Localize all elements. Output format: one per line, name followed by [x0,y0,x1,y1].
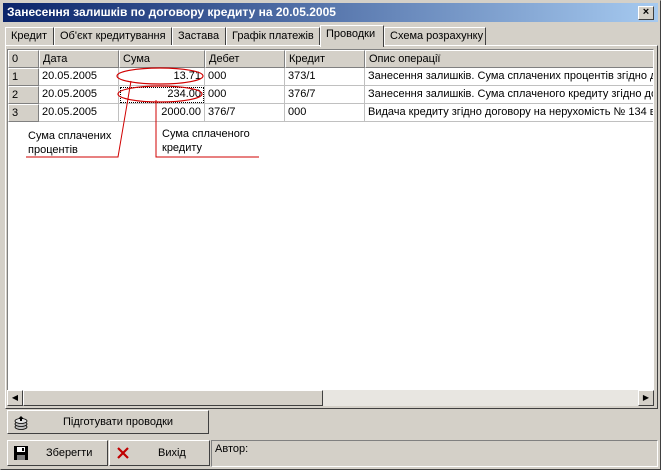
tab-credit-object[interactable]: Об'єкт кредитування [54,27,172,46]
table-row-index[interactable]: 3 [8,104,39,122]
col-header-debit[interactable]: Дебет [205,50,285,68]
postings-grid[interactable]: 0 Дата Сума Дебет Кредит Опис операції 1… [7,49,654,406]
window-title: Занесення залишків по договору кредиту н… [7,5,336,19]
col-header-credit[interactable]: Кредит [285,50,365,68]
col-header-sum[interactable]: Сума [119,50,205,68]
table-cell-sum[interactable]: 2000.00 [119,104,205,122]
table-cell-credit[interactable]: 000 [285,104,365,122]
table-cell-sum-focused[interactable]: 234.00 [119,86,205,104]
tab-postings[interactable]: Проводки [320,25,384,47]
close-icon: × [642,6,650,18]
save-button[interactable]: Зберегти [7,440,108,466]
annotation-paid-interest: Сума сплачених процентів [28,130,112,156]
table-row-index[interactable]: 2 [8,86,39,104]
table-row-index[interactable]: 1 [8,68,39,86]
exit-label: Вихід [158,447,186,459]
coins-stack-icon [14,416,28,430]
tab-payment-schedule[interactable]: Графік платежів [226,27,320,46]
tab-collateral[interactable]: Застава [172,27,226,46]
save-label: Зберегти [46,447,93,459]
close-button[interactable]: × [638,6,654,20]
author-field: Автор: [211,440,658,467]
table-cell-credit[interactable]: 376/7 [285,86,365,104]
table-cell-date[interactable]: 20.05.2005 [39,86,119,104]
table-cell-description[interactable]: Занесення залишків. Сума сплачених проце… [365,68,653,86]
author-label: Автор: [215,443,249,455]
table-cell-description[interactable]: Занесення залишків. Сума сплаченого кред… [365,86,653,104]
tab-credit[interactable]: Кредит [5,27,54,46]
table-cell-sum[interactable]: 13.71 [119,68,205,86]
table-cell-credit[interactable]: 373/1 [285,68,365,86]
tab-calculation-scheme[interactable]: Схема розрахунку [384,27,486,46]
annotation-paid-credit: Сума сплаченого кредиту [162,128,250,154]
title-bar: Занесення залишків по договору кредиту н… [3,3,658,22]
scrollbar-thumb[interactable] [23,390,323,406]
floppy-disk-icon [14,446,28,460]
table-cell-date[interactable]: 20.05.2005 [39,104,119,122]
table-cell-debit[interactable]: 000 [205,68,285,86]
col-header-date[interactable]: Дата [39,50,119,68]
horizontal-scrollbar[interactable]: ◀ ▶ [7,390,654,406]
table-cell-debit[interactable]: 376/7 [205,104,285,122]
scroll-left-icon[interactable]: ◀ [7,390,23,406]
col-header-description[interactable]: Опис операції [365,50,653,68]
table-cell-date[interactable]: 20.05.2005 [39,68,119,86]
exit-button[interactable]: Вихід [109,440,210,466]
main-window: Занесення залишків по договору кредиту н… [0,0,661,470]
close-x-icon [117,447,129,459]
table-cell-debit[interactable]: 000 [205,86,285,104]
scroll-right-icon[interactable]: ▶ [638,390,654,406]
prepare-postings-label: Підготувати проводки [63,416,174,428]
col-header-index[interactable]: 0 [8,50,39,68]
prepare-postings-button[interactable]: Підготувати проводки [7,410,209,434]
table-cell-description[interactable]: Видача кредиту згідно договору на нерухо… [365,104,653,122]
